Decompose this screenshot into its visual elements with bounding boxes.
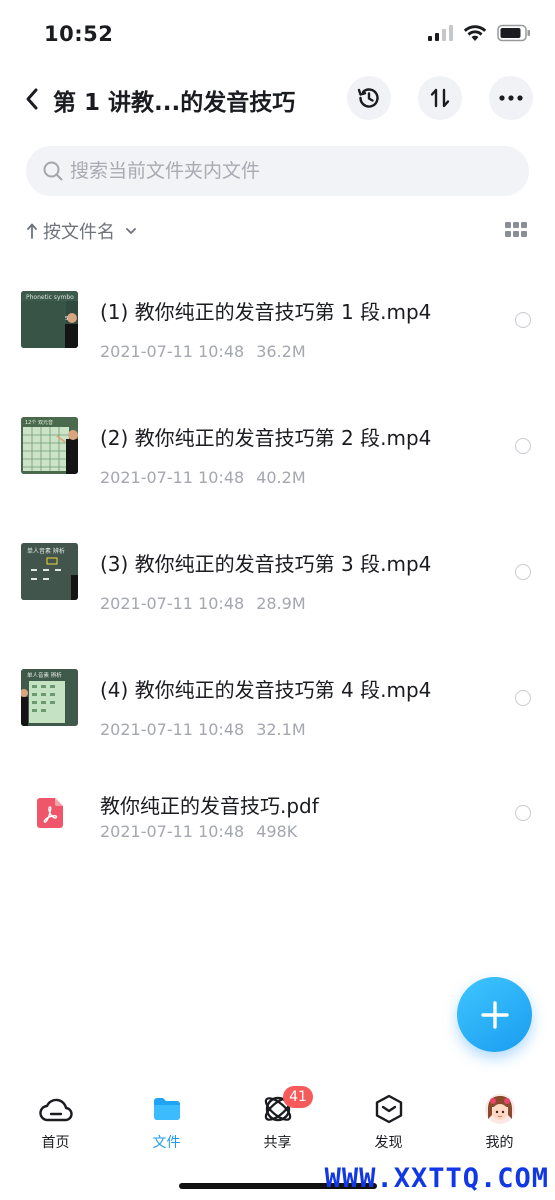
video-thumbnail: 单人音素 辨析 bbox=[21, 669, 78, 726]
cloud-icon bbox=[38, 1098, 73, 1122]
tab-share[interactable]: 41 共享 bbox=[222, 1080, 333, 1160]
tab-label: 共享 bbox=[263, 1135, 292, 1151]
tab-files[interactable]: 文件 bbox=[111, 1080, 222, 1160]
select-radio[interactable] bbox=[515, 690, 531, 706]
status-icons bbox=[427, 24, 531, 42]
notification-badge: 41 bbox=[283, 1086, 313, 1108]
watermark: WWW.XXTTQ.COM bbox=[324, 1163, 549, 1194]
file-item[interactable]: 12个 双元音 (2) 教你纯正的发音技巧第 2 段.mp4 2021-07-1… bbox=[0, 382, 555, 508]
signal-icon bbox=[428, 25, 453, 41]
back-button[interactable] bbox=[16, 82, 48, 116]
file-date: 2021-07-11 10:48 bbox=[100, 822, 245, 841]
search-icon bbox=[43, 161, 63, 181]
grid-view-icon[interactable] bbox=[505, 222, 527, 238]
transfer-button[interactable] bbox=[418, 76, 462, 120]
file-name: (4) 教你纯正的发音技巧第 4 段.mp4 bbox=[100, 678, 432, 702]
tab-label: 发现 bbox=[374, 1135, 403, 1151]
tab-home[interactable]: 首页 bbox=[0, 1080, 111, 1160]
file-date: 2021-07-11 10:48 bbox=[100, 594, 245, 613]
file-size: 40.2M bbox=[256, 468, 306, 487]
file-meta: 2021-07-11 10:48 32.1M bbox=[100, 720, 306, 739]
file-date: 2021-07-11 10:48 bbox=[100, 720, 245, 739]
history-icon bbox=[357, 88, 379, 108]
folder-icon bbox=[153, 1098, 180, 1120]
pdf-icon bbox=[37, 798, 63, 828]
arrow-up-icon bbox=[27, 223, 37, 239]
video-thumbnail: Phonetic symbo 5 bbox=[21, 291, 78, 348]
sort-label: 按文件名 bbox=[43, 222, 115, 243]
header: 第 1 讲教...的发音技巧 bbox=[0, 74, 555, 124]
search-input[interactable] bbox=[70, 146, 510, 196]
tab-discover[interactable]: 发现 bbox=[333, 1080, 444, 1160]
tab-label: 首页 bbox=[41, 1135, 70, 1151]
tab-bar: 首页 文件 41 共享 发现 我的 bbox=[0, 1080, 555, 1160]
file-size: 28.9M bbox=[256, 594, 306, 613]
avatar bbox=[484, 1094, 515, 1124]
plus-icon bbox=[480, 1000, 509, 1029]
tab-label: 文件 bbox=[152, 1135, 181, 1151]
file-item[interactable]: 单人音素 辨析 (3) 教你纯正的发音技巧第 3 段.mp4 2021-07-1… bbox=[0, 508, 555, 634]
file-size: 32.1M bbox=[256, 720, 306, 739]
file-name: (1) 教你纯正的发音技巧第 1 段.mp4 bbox=[100, 300, 432, 324]
sort-selector[interactable]: 按文件名 bbox=[26, 216, 138, 246]
select-radio[interactable] bbox=[515, 438, 531, 454]
file-meta: 2021-07-11 10:48 498K bbox=[100, 822, 297, 841]
svg-text:单人音素 辨析: 单人音素 辨析 bbox=[27, 547, 65, 555]
status-time: 10:52 bbox=[44, 22, 114, 46]
video-thumbnail: 单人音素 辨析 bbox=[21, 543, 78, 600]
battery-icon bbox=[497, 24, 530, 42]
svg-text:5: 5 bbox=[65, 316, 68, 322]
chevron-down-icon bbox=[126, 228, 136, 234]
video-thumbnail: 12个 双元音 bbox=[21, 417, 78, 474]
select-radio[interactable] bbox=[515, 564, 531, 580]
file-list: Phonetic symbo 5 (1) 教你纯正的发音技巧第 1 段.mp4 … bbox=[0, 256, 555, 868]
transfer-icon bbox=[430, 88, 450, 108]
tab-label: 我的 bbox=[485, 1135, 514, 1151]
discover-box-icon bbox=[375, 1094, 402, 1124]
tab-profile[interactable]: 我的 bbox=[444, 1080, 555, 1160]
search-bar[interactable] bbox=[26, 146, 529, 196]
chevron-left-icon bbox=[26, 88, 38, 110]
file-date: 2021-07-11 10:48 bbox=[100, 468, 245, 487]
file-meta: 2021-07-11 10:48 36.2M bbox=[100, 342, 306, 361]
file-meta: 2021-07-11 10:48 28.9M bbox=[100, 594, 306, 613]
wifi-icon bbox=[463, 25, 487, 41]
svg-text:单人音素 辨析: 单人音素 辨析 bbox=[27, 671, 62, 679]
more-icon bbox=[499, 95, 523, 101]
svg-text:12个 双元音: 12个 双元音 bbox=[25, 419, 53, 426]
file-name: (3) 教你纯正的发音技巧第 3 段.mp4 bbox=[100, 552, 432, 576]
file-size: 498K bbox=[256, 822, 298, 841]
file-name: (2) 教你纯正的发音技巧第 2 段.mp4 bbox=[100, 426, 432, 450]
add-button[interactable] bbox=[457, 977, 532, 1052]
file-meta: 2021-07-11 10:48 40.2M bbox=[100, 468, 306, 487]
history-button[interactable] bbox=[347, 76, 391, 120]
file-name: 教你纯正的发音技巧.pdf bbox=[100, 794, 319, 818]
page-title: 第 1 讲教...的发音技巧 bbox=[53, 90, 296, 116]
file-date: 2021-07-11 10:48 bbox=[100, 342, 245, 361]
more-button[interactable] bbox=[489, 76, 533, 120]
file-size: 36.2M bbox=[256, 342, 306, 361]
select-radio[interactable] bbox=[515, 312, 531, 328]
file-item[interactable]: 教你纯正的发音技巧.pdf 2021-07-11 10:48 498K bbox=[0, 760, 555, 868]
status-bar: 10:52 bbox=[0, 0, 555, 70]
svg-text:Phonetic symbo: Phonetic symbo bbox=[26, 294, 74, 301]
file-item[interactable]: Phonetic symbo 5 (1) 教你纯正的发音技巧第 1 段.mp4 … bbox=[0, 256, 555, 382]
select-radio[interactable] bbox=[515, 805, 531, 821]
file-item[interactable]: 单人音素 辨析 (4) 教你纯正的发音技巧第 4 段.mp4 2021-07-1… bbox=[0, 634, 555, 760]
